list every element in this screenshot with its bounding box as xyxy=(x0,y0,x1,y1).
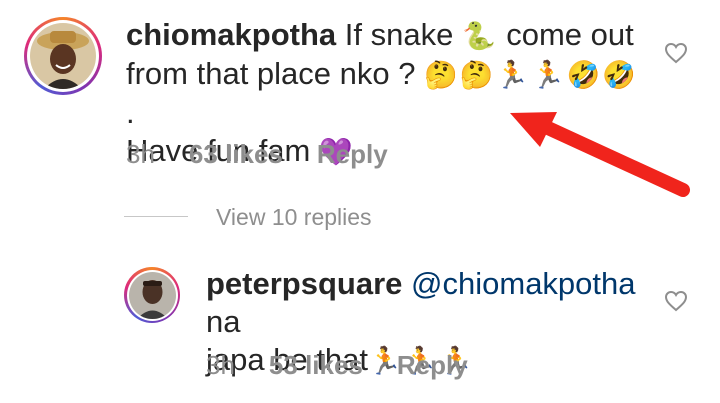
red-arrow-icon xyxy=(510,112,690,197)
